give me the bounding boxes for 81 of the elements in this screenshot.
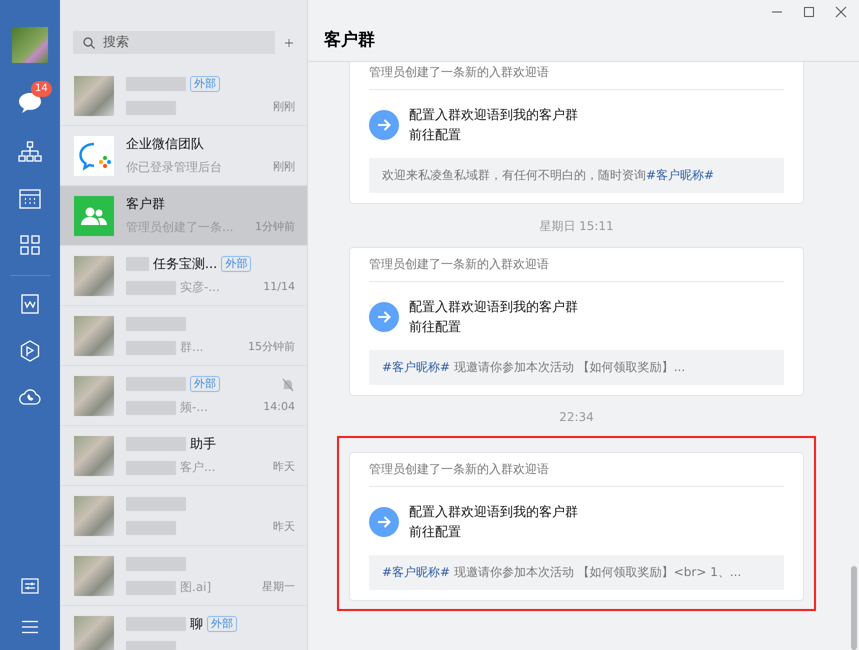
unread-badge: 14: [31, 81, 52, 97]
group-avatar-icon: [74, 196, 114, 236]
message-time: 14:04: [263, 400, 295, 413]
external-tag: 外部: [221, 256, 252, 272]
message-preview: 客户...: [180, 459, 216, 476]
external-tag: 外部: [207, 616, 237, 632]
timestamp: 22:34: [559, 409, 594, 426]
conversation-name: 企业微信团队: [126, 136, 204, 152]
message-time: 15分钟前: [248, 339, 295, 354]
conversation-name: 助手: [190, 436, 216, 452]
card-header: 管理员创建了一条新的入群欢迎语: [369, 64, 784, 90]
calendar-icon[interactable]: [19, 189, 41, 209]
search-icon: [83, 37, 95, 49]
conversation-name: 聊: [190, 616, 203, 632]
blurred-text: [126, 400, 176, 414]
conversation-name: 任务宝测...: [152, 256, 218, 272]
blurred-text: [126, 76, 186, 90]
blurred-text: [126, 520, 176, 534]
cloud-phone-icon[interactable]: [19, 388, 41, 406]
menu-icon[interactable]: [21, 620, 39, 634]
scrollbar[interactable]: [851, 566, 857, 650]
message-preview: 群...: [180, 339, 204, 356]
message-time: 刚刚: [273, 99, 295, 114]
blurred-avatar: [74, 256, 114, 296]
external-tag: 外部: [190, 376, 220, 392]
configure-link[interactable]: 前往配置: [409, 523, 578, 541]
hexagon-icon[interactable]: [20, 340, 40, 362]
action-title: 配置入群欢迎语到我的客户群: [409, 504, 578, 521]
blurred-text: [126, 616, 186, 630]
welcome-message-text: 欢迎来私凌鱼私域群，有任何不明白的，随时资询#客户昵称#: [369, 158, 784, 193]
blurred-avatar: [74, 616, 114, 650]
blurred-text: [126, 376, 186, 390]
close-icon[interactable]: [835, 6, 847, 18]
action-title: 配置入群欢迎语到我的客户群: [409, 299, 578, 316]
app-grid-icon[interactable]: [20, 235, 40, 255]
blurred-text: [126, 556, 186, 570]
welcome-message-text: #客户昵称# 现邀请你参加本次活动 【如何领取奖励】...: [369, 350, 784, 385]
configure-link[interactable]: 前往配置: [409, 126, 578, 144]
card-header: 管理员创建了一条新的入群欢迎语: [369, 256, 784, 282]
conversation-item[interactable]: 任务宝测... 外部 实彦-... 11/14: [60, 246, 307, 306]
message-preview: 你已登录管理后台: [126, 159, 222, 176]
blurred-avatar: [74, 316, 114, 356]
settings-icon[interactable]: [21, 578, 39, 594]
blurred-text: [126, 580, 176, 594]
message-preview: 实彦-...: [180, 279, 220, 296]
search-field[interactable]: 搜索: [73, 31, 275, 54]
blurred-text: [126, 496, 186, 510]
blurred-avatar: [74, 556, 114, 596]
welcome-message-text: #客户昵称# 现邀请你参加本次活动 【如何领取奖励】<br> 1、...: [369, 555, 784, 590]
message-preview: 频-...: [180, 399, 208, 416]
message-time: 刚刚: [273, 159, 295, 174]
blurred-text: [126, 100, 176, 114]
conversation-name: 客户群: [126, 196, 165, 212]
blurred-avatar: [74, 436, 114, 476]
blurred-text: [126, 280, 176, 294]
message-time: 星期一: [262, 579, 295, 594]
message-time: 昨天: [273, 459, 295, 474]
action-title: 配置入群欢迎语到我的客户群: [409, 107, 578, 124]
timestamp: 星期日 15:11: [539, 218, 614, 235]
card-header: 管理员创建了一条新的入群欢迎语: [369, 461, 784, 487]
message-preview: 图.ai]: [180, 579, 212, 596]
maximize-icon[interactable]: [803, 6, 815, 18]
blurred-avatar: [74, 496, 114, 536]
external-tag: 外部: [190, 76, 220, 92]
conversation-item[interactable]: 聊 外部: [60, 606, 307, 650]
message-time: 11/14: [263, 280, 295, 293]
message-time: 昨天: [273, 519, 295, 534]
blurred-text: [126, 460, 176, 474]
chat-bubble-icon[interactable]: [17, 91, 43, 115]
blurred-avatar: [74, 376, 114, 416]
configure-link[interactable]: 前往配置: [409, 318, 578, 336]
message-time: 1分钟前: [255, 219, 295, 234]
org-chart-icon[interactable]: [18, 141, 42, 163]
blurred-text: [126, 340, 176, 354]
chat-logo-icon: [74, 136, 114, 176]
blurred-text: [126, 256, 149, 270]
blurred-avatar: [74, 76, 114, 116]
document-icon[interactable]: [21, 294, 39, 314]
conversation-item[interactable]: 助手 客户... 昨天: [60, 426, 307, 486]
blurred-text: [126, 436, 186, 450]
blurred-text: [126, 316, 186, 330]
